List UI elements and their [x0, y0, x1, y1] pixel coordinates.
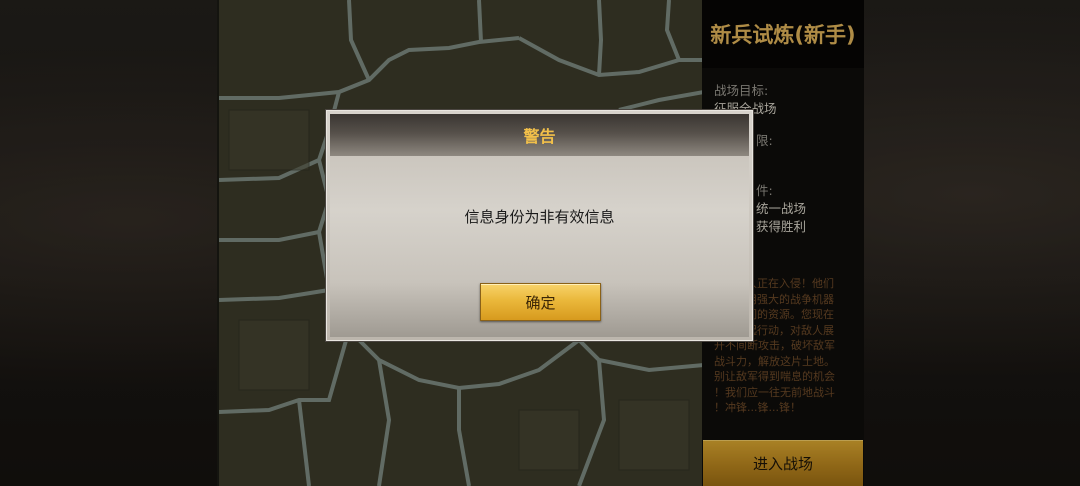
warning-dialog: 警告 信息身份为非有效信息 确定 [325, 109, 754, 342]
dialog-message: 信息身份为非有效信息 [464, 208, 615, 226]
dialog-title: 警告 [330, 114, 749, 156]
confirm-button[interactable]: 确定 [480, 283, 601, 321]
